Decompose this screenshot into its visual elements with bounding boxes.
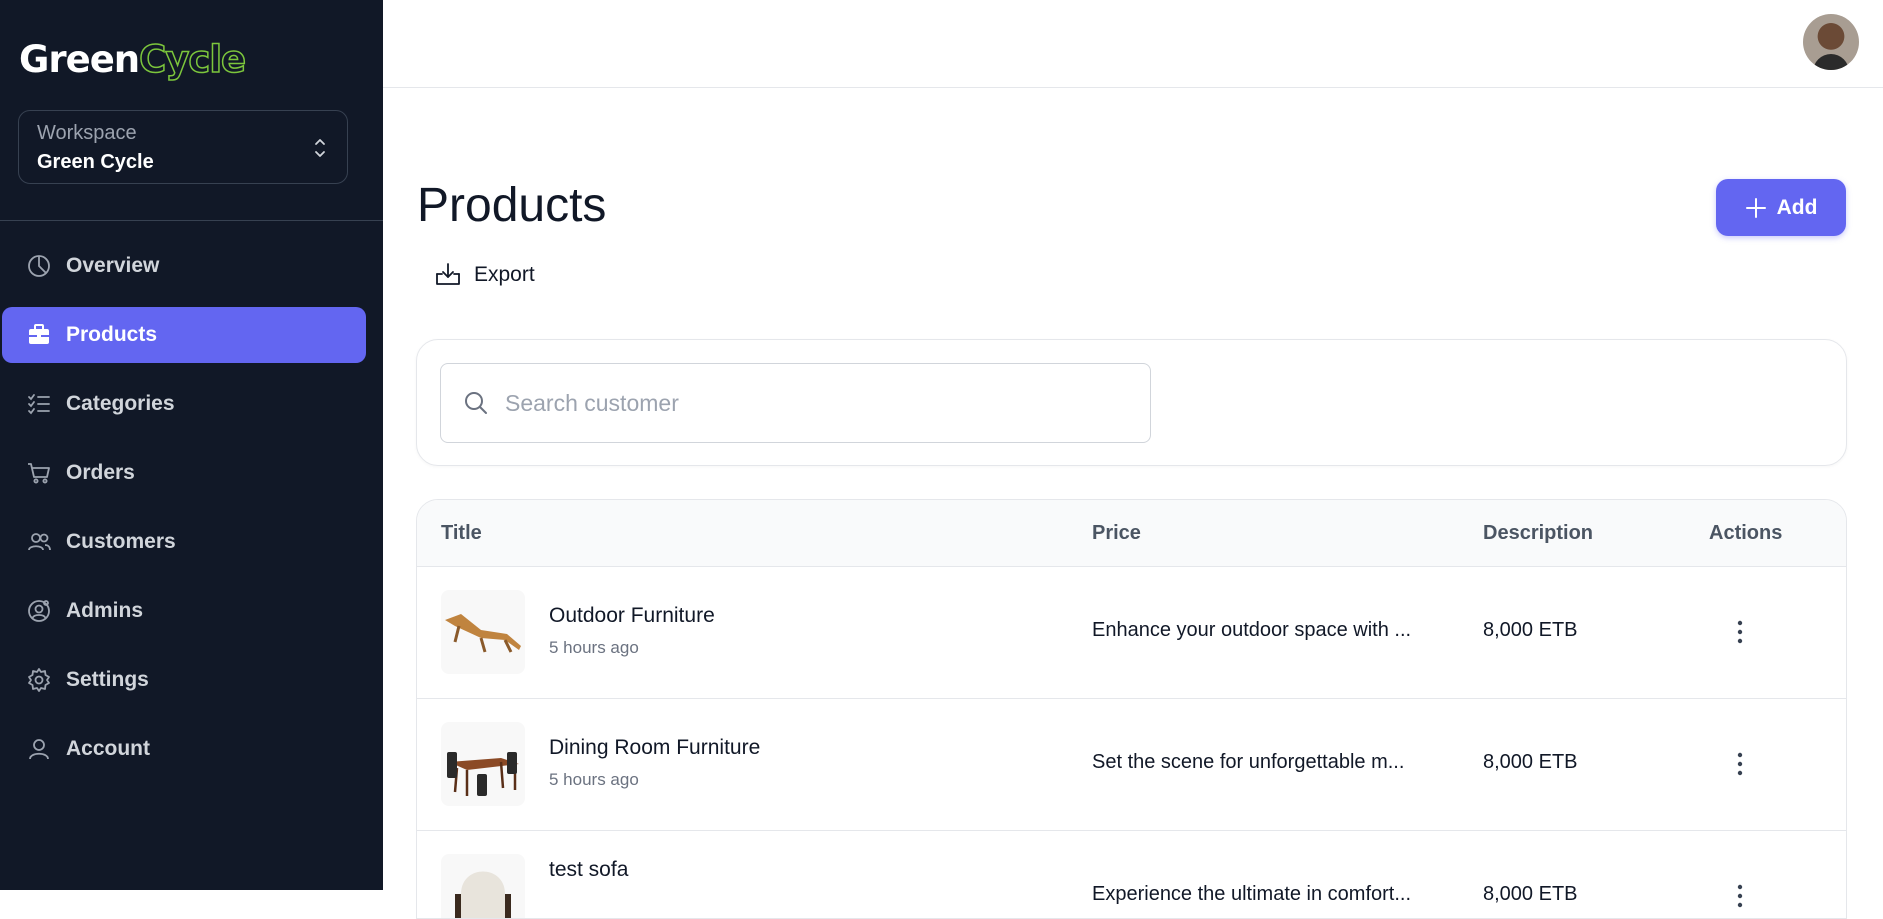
page-title: Products	[417, 179, 607, 232]
workspace-label: Workspace	[37, 122, 137, 144]
search-field[interactable]	[440, 363, 1151, 443]
sidebar-item-orders[interactable]: Orders	[2, 445, 366, 501]
logo-text-green: Green	[19, 38, 140, 81]
user-icon	[26, 736, 52, 762]
product-description: Experience the ultimate in comfort...	[1092, 883, 1412, 905]
product-time: 5 hours ago	[549, 638, 639, 657]
product-title[interactable]: test sofa	[549, 858, 628, 882]
product-title[interactable]: Outdoor Furniture	[549, 604, 715, 628]
column-header-title[interactable]: Title	[441, 522, 482, 545]
more-vertical-icon	[1737, 620, 1743, 644]
user-gear-icon	[26, 598, 52, 624]
sidebar: GreenCycle Workspace Green Cycle Overvie…	[0, 0, 383, 890]
sidebar-item-products[interactable]: Products	[2, 307, 366, 363]
checklist-icon	[26, 391, 52, 417]
row-actions-button[interactable]	[1725, 748, 1755, 780]
sidebar-item-label: Products	[66, 323, 158, 346]
download-icon	[436, 263, 460, 285]
product-price: 8,000 ETB	[1483, 751, 1578, 773]
sidebar-item-label: Orders	[66, 461, 135, 484]
cart-icon	[26, 460, 52, 486]
row-actions-button[interactable]	[1725, 880, 1755, 912]
briefcase-icon	[26, 322, 52, 348]
sidebar-item-customers[interactable]: Customers	[2, 514, 366, 570]
row-actions-button[interactable]	[1725, 616, 1755, 648]
search-input[interactable]	[503, 388, 1107, 418]
product-description: Enhance your outdoor space with ...	[1092, 619, 1412, 641]
product-time: 5 hours ago	[549, 770, 639, 789]
avatar-figure	[1813, 54, 1849, 70]
search-card	[416, 339, 1847, 466]
products-table: Title Price Description Actions Outdoor …	[416, 499, 1847, 919]
export-button[interactable]: Export	[434, 258, 535, 292]
sidebar-item-label: Categories	[66, 392, 175, 415]
export-button-label: Export	[474, 263, 535, 286]
sidebar-item-admins[interactable]: Admins	[2, 583, 366, 639]
product-image	[441, 854, 525, 918]
sidebar-item-settings[interactable]: Settings	[2, 652, 366, 708]
workspace-value: Green Cycle	[37, 151, 154, 173]
workspace-selector[interactable]: Workspace Green Cycle	[18, 110, 348, 184]
product-image	[441, 722, 525, 806]
search-icon	[463, 390, 489, 416]
table-row[interactable]: test sofa Experience the ultimate in com…	[417, 830, 1846, 918]
sidebar-item-account[interactable]: Account	[2, 721, 366, 777]
sidebar-item-label: Settings	[66, 668, 149, 691]
add-button[interactable]: Add	[1716, 179, 1846, 236]
product-price: 8,000 ETB	[1483, 619, 1578, 641]
column-header-actions: Actions	[1709, 522, 1783, 544]
users-icon	[26, 529, 52, 555]
table-row[interactable]: Outdoor Furniture 5 hours ago Enhance yo…	[417, 566, 1846, 699]
product-description: Set the scene for unforgettable m...	[1092, 751, 1405, 773]
avatar[interactable]	[1803, 14, 1859, 70]
more-vertical-icon	[1737, 884, 1743, 908]
product-image	[441, 590, 525, 674]
logo-text-cycle: Cycle	[138, 37, 246, 82]
product-price: 8,000 ETB	[1483, 883, 1578, 905]
column-header-price[interactable]: Price	[1092, 522, 1141, 545]
sidebar-item-label: Overview	[66, 254, 160, 277]
sidebar-item-overview[interactable]: Overview	[2, 238, 366, 294]
table-row[interactable]: Dining Room Furniture 5 hours ago Set th…	[417, 698, 1846, 831]
sidebar-divider	[0, 220, 383, 221]
add-button-label: Add	[1776, 195, 1818, 219]
sidebar-item-categories[interactable]: Categories	[2, 376, 366, 432]
gear-icon	[26, 667, 52, 693]
column-header-description[interactable]: Description	[1483, 522, 1593, 545]
plus-icon	[1745, 197, 1766, 218]
sidebar-item-label: Account	[66, 737, 150, 760]
sidebar-item-label: Admins	[66, 599, 144, 622]
top-bar	[383, 0, 1883, 88]
product-title[interactable]: Dining Room Furniture	[549, 736, 760, 760]
pie-chart-icon	[26, 253, 52, 279]
logo[interactable]: GreenCycle	[19, 37, 247, 82]
chevron-up-down-icon	[315, 139, 325, 157]
sidebar-item-label: Customers	[66, 530, 176, 553]
table-header: Title Price Description Actions	[417, 500, 1846, 567]
more-vertical-icon	[1737, 752, 1743, 776]
